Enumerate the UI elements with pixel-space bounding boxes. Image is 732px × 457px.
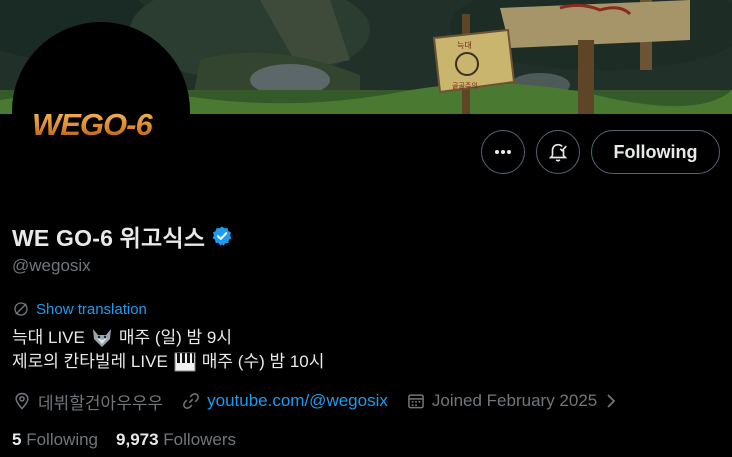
location-item: 데뷔할건아우우우 [12, 389, 163, 414]
bio-line-1-rest: 매주 (일) 밤 9시 [118, 328, 233, 347]
following-button[interactable]: Following [591, 130, 720, 174]
svg-text:WEGO-6: WEGO-6 [32, 107, 153, 142]
bio-line-2-text: 제로의 칸타빌레 LIVE [12, 352, 168, 371]
following-button-label: Following [613, 141, 698, 162]
display-name: WE GO-6 위고식스 [12, 225, 206, 251]
profile-avatar[interactable]: WEGO-6 [12, 22, 190, 200]
name-row: WE GO-6 위고식스 [12, 221, 233, 251]
joined-text: Joined February 2025 [431, 391, 598, 410]
more-options-button[interactable] [481, 130, 525, 174]
profile-stats: 5 Following 9,973 Followers [12, 430, 254, 450]
bell-check-icon [548, 143, 568, 162]
notifications-button[interactable] [536, 130, 580, 174]
bio-line-2-rest: 매주 (수) 밤 10시 [201, 352, 325, 371]
calendar-icon [408, 394, 424, 409]
verified-badge-icon[interactable] [211, 225, 233, 247]
wego6-logo: WEGO-6 [32, 107, 154, 142]
following-count: 5 [12, 430, 22, 449]
sign-text-bottom: 골골주의 [452, 81, 478, 90]
show-translation-link[interactable]: Show translation [12, 299, 147, 319]
profile-bio: 늑대 LIVE 매주 (일) 밤 9시 제로의 칸타빌레 LIVE 매주 (수)… [12, 326, 324, 374]
location-pin-icon [15, 392, 29, 410]
followers-count: 9,973 [116, 430, 159, 449]
bio-line-1: 늑대 LIVE 매주 (일) 밤 9시 [12, 326, 324, 350]
link-icon [183, 393, 200, 409]
bio-line-2: 제로의 칸타빌레 LIVE 매주 (수) 밤 10시 [12, 350, 324, 374]
followers-stat[interactable]: 9,973 Followers [116, 430, 236, 450]
bio-line-1-text: 늑대 LIVE [12, 328, 85, 347]
chevron-right-icon [607, 394, 616, 408]
joined-item[interactable]: Joined February 2025 [406, 391, 619, 411]
more-horizontal-icon [495, 150, 511, 154]
following-stat[interactable]: 5 Following [12, 430, 98, 450]
translate-icon [14, 302, 28, 316]
wolf-emoji-icon [92, 329, 111, 347]
piano-emoji-icon [174, 352, 196, 372]
sign-text-top: 늑대 [457, 41, 472, 50]
following-label: Following [26, 430, 99, 449]
profile-meta: 데뷔할건아우우우 youtube.com/@wegosix Joined Feb… [12, 388, 637, 414]
website-link[interactable]: youtube.com/@wegosix [207, 391, 388, 411]
profile-handle: @wegosix [12, 256, 91, 275]
website-item[interactable]: youtube.com/@wegosix [181, 391, 388, 411]
location-text: 데뷔할건아우우우 [38, 393, 164, 413]
followers-label: Followers [163, 430, 237, 449]
show-translation-label: Show translation [36, 300, 147, 318]
